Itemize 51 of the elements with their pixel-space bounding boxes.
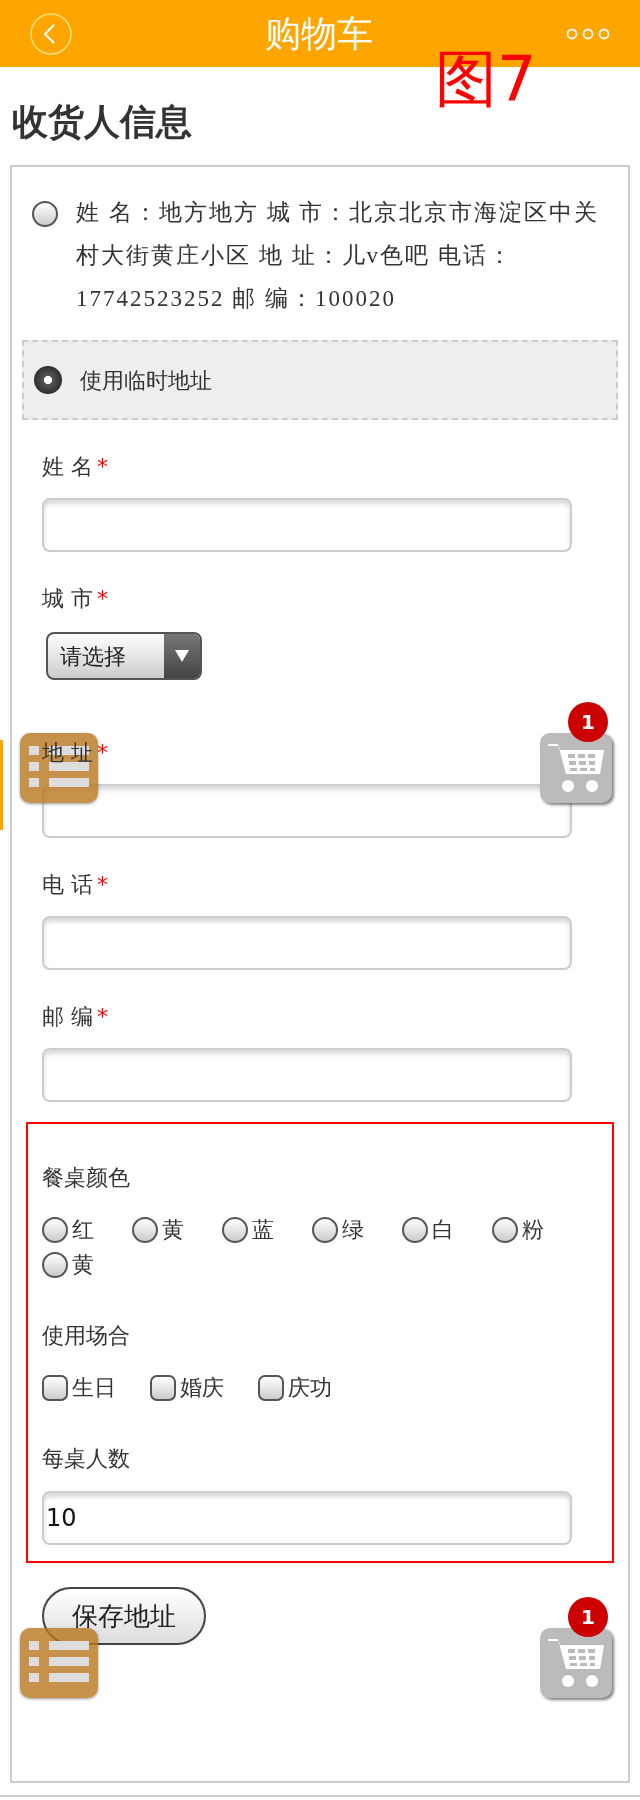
field-label: 姓 名 (42, 452, 93, 481)
list-icon (29, 1641, 89, 1685)
radio-button[interactable] (402, 1216, 428, 1243)
option-label: 蓝 (252, 1216, 274, 1244)
radio-button[interactable] (492, 1216, 518, 1243)
field-label: 邮 编 (42, 1002, 93, 1031)
option-label: 粉 (522, 1216, 544, 1244)
required-mark: * (97, 738, 108, 767)
option-label: 婚庆 (180, 1374, 224, 1402)
option-label: 生日 (72, 1374, 116, 1402)
input-field[interactable] (42, 784, 572, 838)
radio-button[interactable] (42, 1251, 68, 1278)
cart-button[interactable] (540, 733, 612, 803)
cart-count-badge: 1 (568, 1597, 608, 1637)
checkbox[interactable] (258, 1374, 284, 1401)
option-label: 庆功 (288, 1374, 332, 1402)
radio-button[interactable] (34, 366, 62, 394)
city-select[interactable]: 请选择 (46, 632, 202, 680)
cart-button[interactable] (540, 1628, 612, 1698)
cart-count-badge: 1 (568, 702, 608, 742)
required-mark: * (97, 1002, 108, 1031)
radio-button[interactable] (32, 201, 58, 227)
input-field[interactable] (42, 916, 572, 970)
option-label: 黄 (72, 1251, 94, 1279)
group-label: 餐桌颜色 (42, 1164, 131, 1192)
field-label: 电 话 (42, 870, 93, 899)
radio-button[interactable] (222, 1216, 248, 1243)
saved-address[interactable]: 姓 名：地方地方 城 市：北京北京市海淀区中关村大街黄庄小区 地 址：儿v色吧 电话：17742523252 邮 编：100020 (76, 191, 614, 320)
option-label: 绿 (342, 1216, 364, 1244)
input-field[interactable] (42, 498, 572, 552)
option-label: 红 (72, 1216, 94, 1244)
group-label: 使用场合 (42, 1322, 131, 1350)
radio-button[interactable] (312, 1216, 338, 1243)
section-title: 收货人信息 (12, 100, 193, 144)
checkbox[interactable] (42, 1374, 68, 1401)
radio-button[interactable] (42, 1216, 68, 1243)
page-title: 购物车 (265, 11, 373, 56)
radio-button[interactable] (132, 1216, 158, 1243)
save-address-button[interactable]: 保存地址 (42, 1587, 206, 1645)
required-mark: * (97, 452, 108, 481)
group-label: 每桌人数 (42, 1445, 131, 1473)
input-field[interactable] (42, 1048, 572, 1102)
temporary-address-option[interactable]: 使用临时地址 (22, 340, 618, 420)
required-mark: * (97, 870, 108, 899)
option-label: 白 (432, 1216, 454, 1244)
dropdown-icon (174, 649, 190, 663)
option-label: 黄 (162, 1216, 184, 1244)
checkbox[interactable] (150, 1374, 176, 1401)
field-label: 城 市 (42, 584, 93, 613)
input-field[interactable]: 10 (42, 1491, 572, 1545)
required-mark: * (97, 584, 108, 613)
